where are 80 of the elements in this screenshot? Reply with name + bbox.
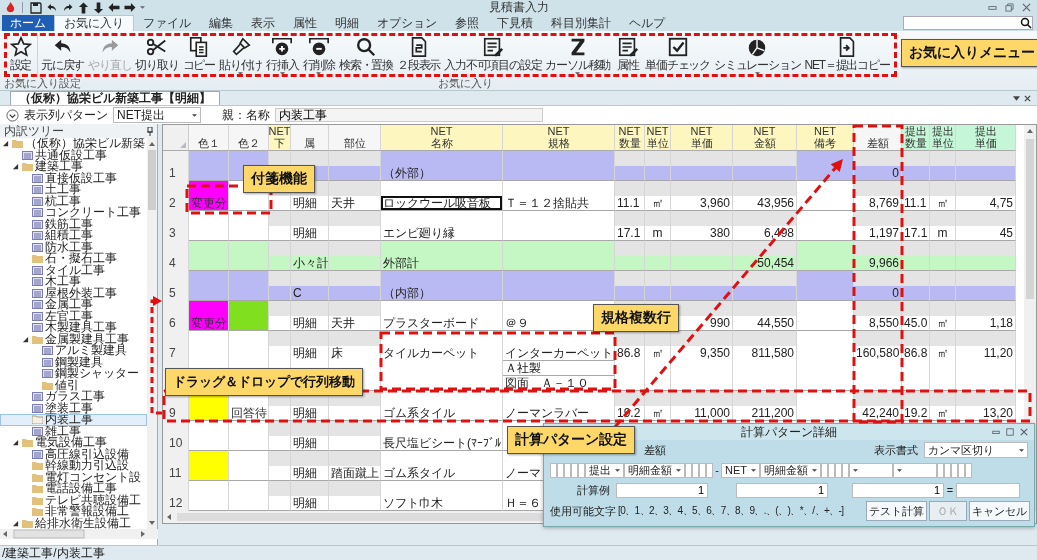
table-cell: 17.1 — [615, 226, 645, 241]
table-cell: 4,75 — [956, 196, 1016, 211]
callout-label: 規格複数行 — [593, 304, 679, 332]
table-cell: 160,580 — [854, 346, 902, 391]
color-tag: 変更分 — [189, 181, 229, 211]
table-cell: 86.8 — [615, 346, 645, 391]
table-cell: （外部） — [381, 166, 503, 181]
table-cell: 44,550 — [733, 316, 797, 331]
table-cell: 380 — [671, 226, 733, 241]
table-cell: ノーマンラバー — [503, 406, 615, 421]
table-cell: ソフト巾木 — [381, 496, 503, 511]
table-cell: ゴム系タイル — [381, 406, 503, 421]
table-cell: 45.0 — [902, 316, 930, 331]
table-cell: 天井 — [329, 316, 381, 331]
equals-text: = — [945, 484, 955, 496]
table-cell: 長尺塩ビシート(ﾏｰﾌﾞﾙ — [381, 436, 503, 451]
table-cell: プラスターボード — [381, 316, 503, 331]
table-cell: 43,956 — [733, 196, 797, 211]
table-cell: 11.1 — [615, 196, 645, 211]
table-cell: 11,20 — [956, 346, 1016, 391]
table-cell: 11.1 — [902, 196, 930, 211]
group-label: お気に入り — [437, 77, 493, 90]
table-cell: ロックウール吸音板 — [381, 196, 503, 211]
table-cell: C — [291, 286, 329, 301]
table-cell: エンビ廻り縁 — [381, 226, 503, 241]
table-cell: 明細 — [291, 436, 329, 451]
table-cell: 17.1 — [902, 226, 930, 241]
group-label: お気に入り設定 — [4, 77, 82, 90]
callout-label: 計算パターン設定 — [507, 426, 635, 454]
table-cell: 8,769 — [854, 196, 902, 211]
table-cell: 45 — [956, 226, 1016, 241]
table-cell: 50,454 — [733, 256, 797, 271]
table-cell: m — [645, 226, 671, 241]
table-cell: 86.8 — [902, 346, 930, 391]
callout-label: ドラッグ＆ドロップで行列移動 — [165, 368, 363, 396]
callout-label: 付箋機能 — [243, 165, 315, 193]
table-cell: 0 — [854, 286, 902, 301]
table-cell: ㎡ — [645, 196, 671, 211]
table-cell: 天井 — [329, 196, 381, 211]
table-cell: インターカーペット — [503, 346, 615, 361]
table-cell: （内部） — [381, 286, 503, 301]
table-cell: タイルカーペット — [381, 346, 503, 391]
table-cell: m — [930, 226, 956, 241]
callout-label: お気に入りメニュー — [900, 39, 1037, 67]
allowed-characters: [0、1、2、3、4、5、6、7、8、9、.、(、)、*、/、+、-] — [618, 504, 844, 518]
dialog-title: 計算パターン詳細 — [741, 423, 837, 441]
field-label: 表示書式 — [874, 442, 918, 458]
field-label: 計算例 — [576, 482, 610, 498]
window-title: 見積書入力 — [488, 0, 549, 16]
table-cell: Ａ社製 — [503, 361, 615, 376]
operator-text: - — [714, 464, 720, 476]
color-tag: 変更分 — [189, 301, 229, 331]
table-cell: 明細 — [291, 466, 329, 481]
table-cell: 3,960 — [671, 196, 733, 211]
table-cell: 小々計 — [291, 256, 329, 271]
table-cell: 1,18 — [956, 316, 1016, 331]
table-cell: ゴム系タイル — [381, 466, 503, 481]
table-cell: Ｔ＝１２捨貼共 — [503, 196, 615, 211]
table-cell: 明細 — [291, 196, 329, 211]
field-label: 親：名称 — [222, 106, 270, 124]
table-cell: 踏面蹴上 — [329, 466, 381, 481]
table-cell: ㎡ — [930, 346, 956, 391]
pattern-name: 差額 — [644, 442, 666, 458]
table-cell: 明細 — [291, 316, 329, 331]
table-cell: 211,200 — [733, 406, 797, 421]
table-cell: 0 — [854, 166, 902, 181]
table-cell: 811,580 — [733, 346, 797, 391]
table-cell: 明細 — [291, 406, 329, 421]
table-cell: ㎡ — [930, 196, 956, 211]
table-cell: 1,197 — [854, 226, 902, 241]
panel-title: 内訳ツリー — [4, 124, 64, 138]
field-label: 表示列パターン — [24, 106, 108, 124]
status-path: /建築工事/内装工事 — [2, 544, 105, 560]
table-cell: ㎡ — [930, 316, 956, 331]
table-cell: 明細 — [291, 226, 329, 241]
table-cell: 外部計 — [381, 256, 503, 271]
table-cell: 明細 — [291, 496, 329, 511]
table-cell: 8,550 — [854, 316, 902, 331]
table-cell: ㎡ — [930, 406, 956, 421]
table-cell: 9,966 — [854, 256, 902, 271]
